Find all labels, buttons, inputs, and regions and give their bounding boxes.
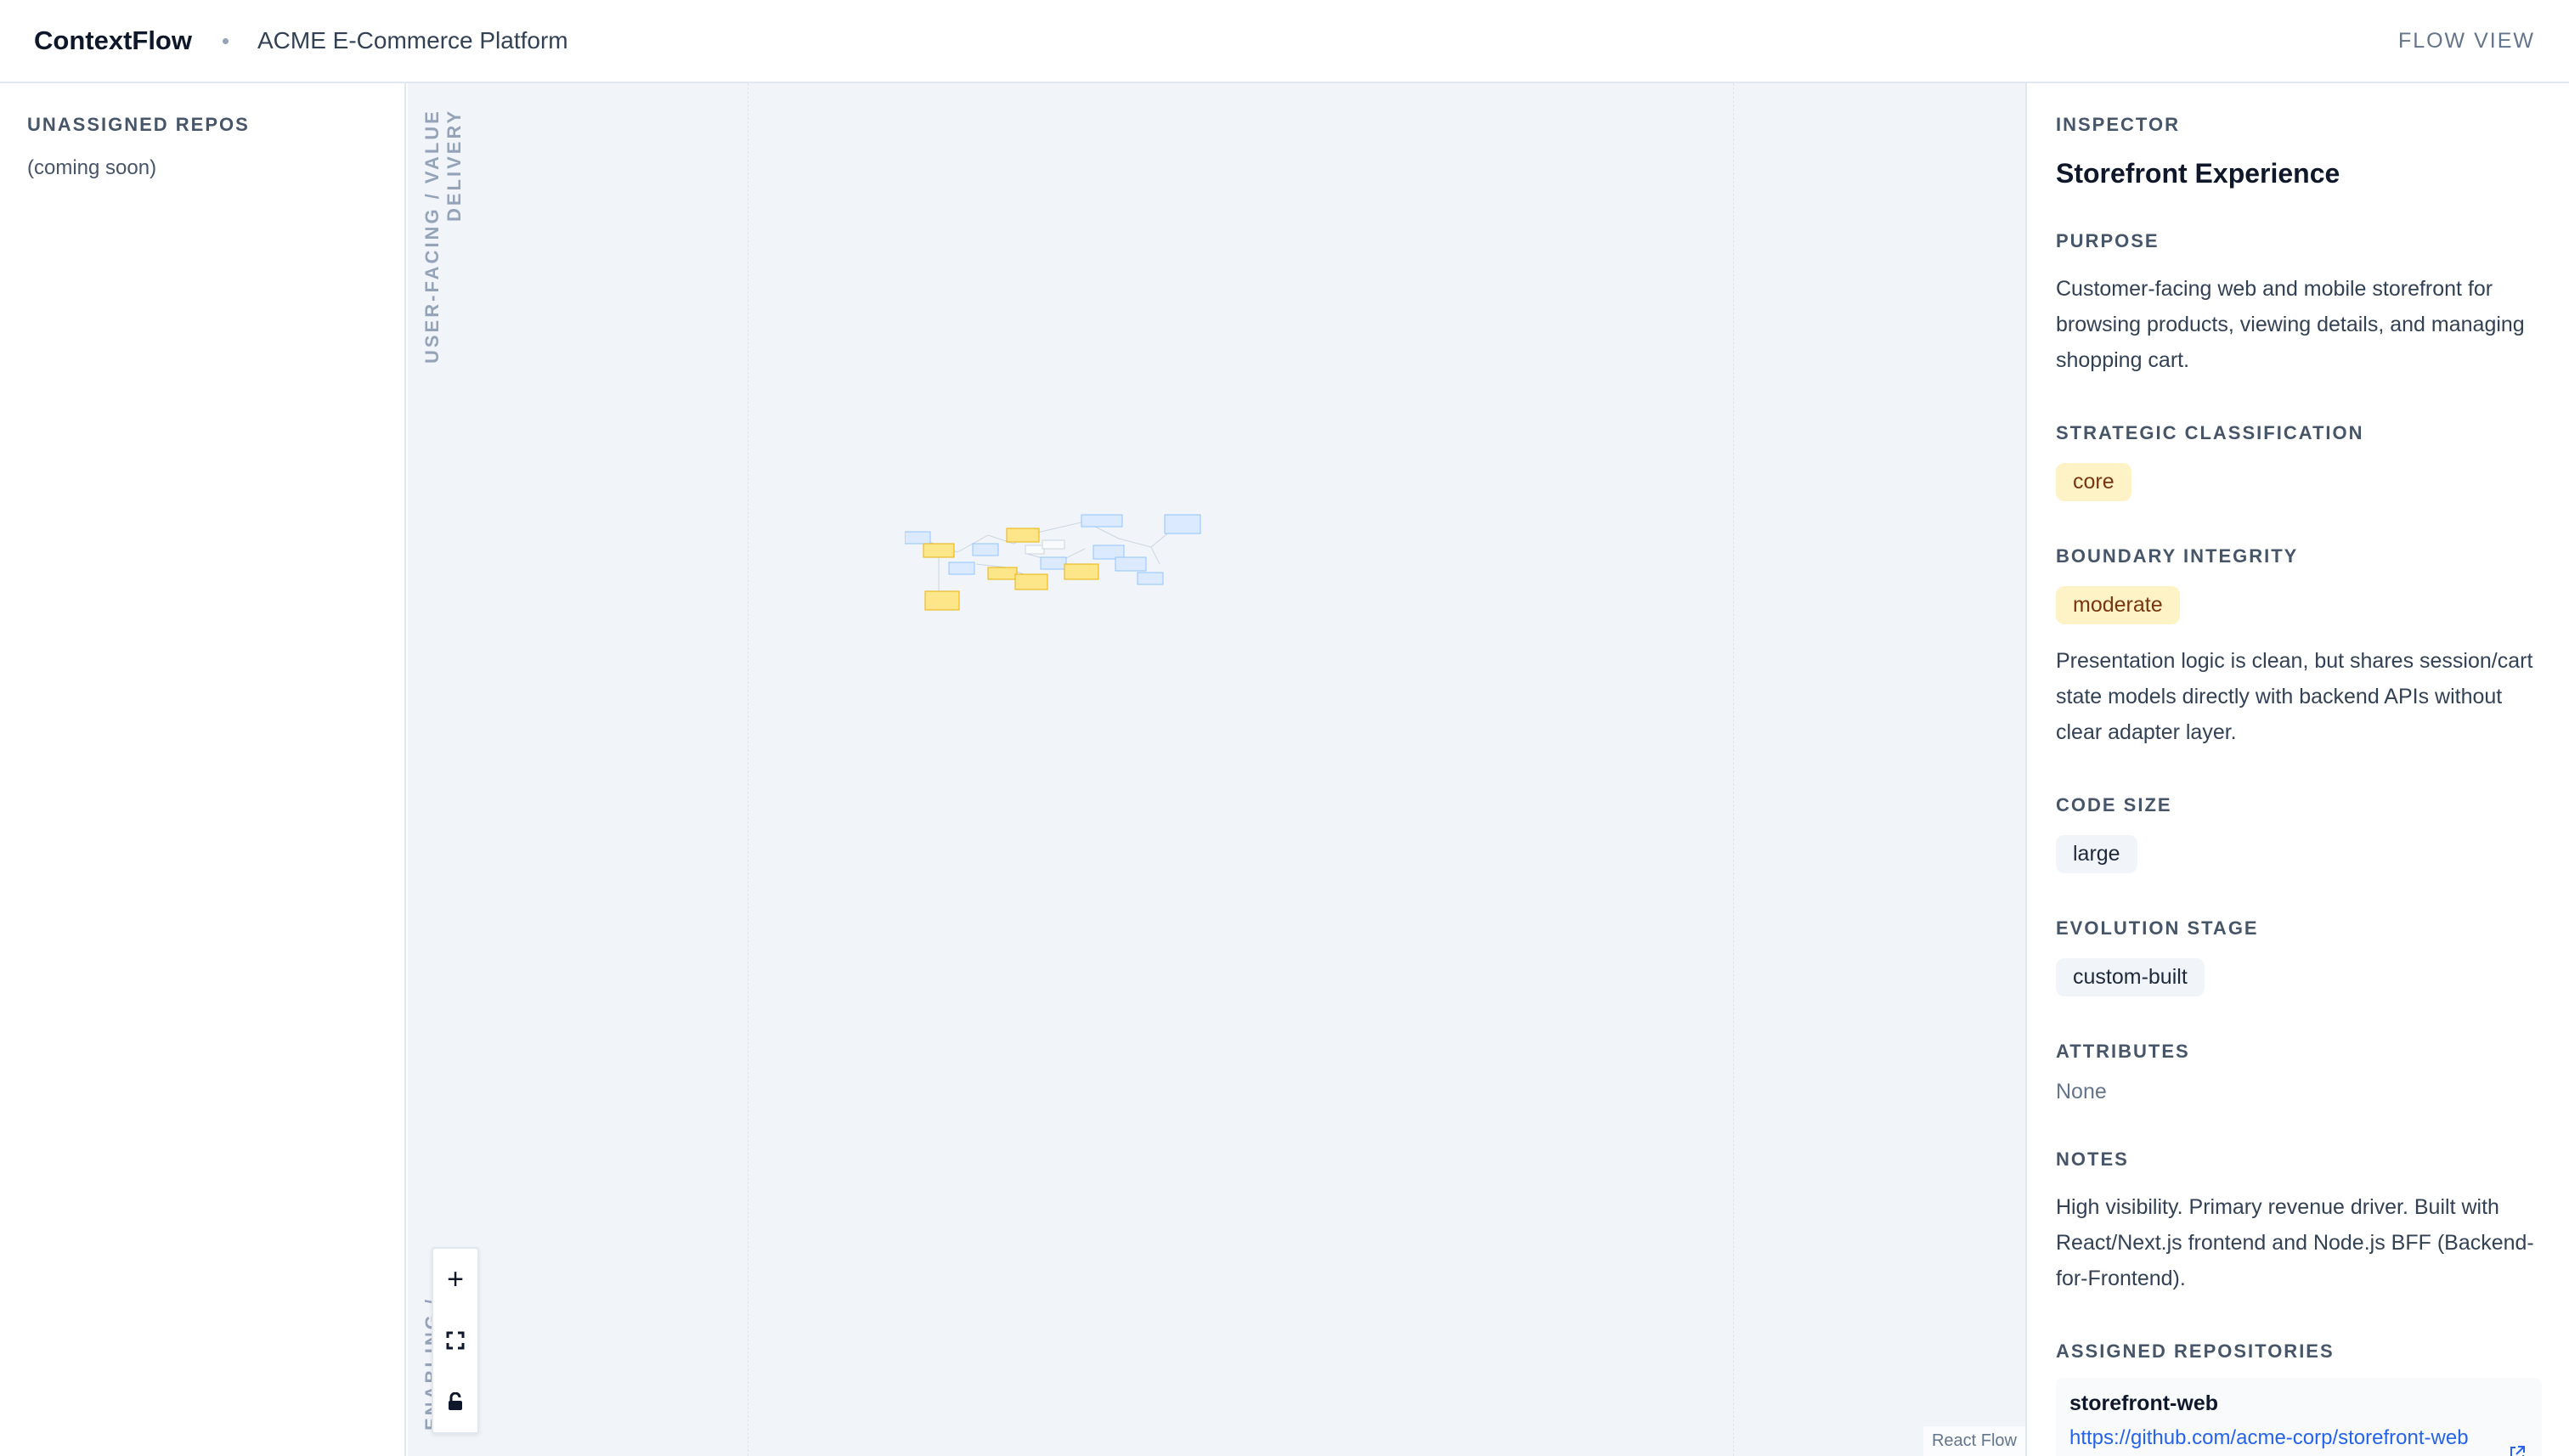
evolution-label: EVOLUTION STAGE — [2056, 917, 2259, 939]
app-name[interactable]: ContextFlow — [34, 25, 192, 56]
graph-node[interactable] — [1137, 572, 1164, 585]
project-name[interactable]: ACME E-Commerce Platform — [257, 27, 568, 54]
graph-node[interactable] — [923, 543, 955, 558]
assigned-repos-label: ASSIGNED REPOSITORIES — [2056, 1340, 2335, 1362]
context-graph[interactable] — [905, 491, 1262, 712]
inspector-header: INSPECTOR — [2056, 114, 2180, 135]
classification-label: STRATEGIC CLASSIFICATION — [2056, 422, 2364, 443]
graph-node[interactable] — [924, 590, 960, 611]
lock-button[interactable] — [438, 1385, 472, 1419]
lock-icon — [449, 1392, 462, 1410]
flow-canvas[interactable]: USER-FACING / VALUE DELIVERY ENABLING / … — [408, 83, 2025, 1456]
view-mode-toggle[interactable]: FLOW VIEW — [2398, 29, 2535, 54]
boundary-badge: moderate — [2056, 586, 2180, 624]
flow-controls: + — [432, 1247, 479, 1434]
graph-node[interactable] — [1064, 563, 1099, 580]
top-bar: ContextFlow ACME E-Commerce Platform FLO… — [0, 0, 2569, 83]
fit-view-button[interactable] — [438, 1323, 472, 1357]
purpose-label: PURPOSE — [2056, 230, 2160, 251]
grid-divider — [1733, 83, 1734, 1456]
graph-edge — [1040, 521, 1086, 533]
graph-node[interactable] — [972, 543, 999, 556]
attributes-label: ATTRIBUTES — [2056, 1041, 2190, 1062]
graph-node[interactable] — [905, 531, 931, 545]
zoom-in-button[interactable]: + — [438, 1262, 472, 1296]
graph-edge — [975, 563, 1008, 568]
graph-node[interactable] — [1040, 556, 1067, 570]
inspector-panel: INSPECTOR Storefront Experience PURPOSE … — [2025, 83, 2569, 1456]
evolution-badge: custom-built — [2056, 958, 2205, 996]
repo-name: storefront-web — [2069, 1391, 2218, 1415]
external-link-icon[interactable] — [2508, 1444, 2527, 1456]
graph-edge — [1150, 546, 1160, 565]
graph-node[interactable] — [1014, 573, 1048, 590]
purpose-text: Customer-facing web and mobile storefron… — [2056, 277, 2525, 372]
coming-soon-text: (coming soon) — [27, 156, 157, 179]
graph-node[interactable] — [1081, 514, 1123, 528]
graph-node[interactable] — [1115, 556, 1147, 572]
graph-node[interactable] — [1164, 514, 1201, 534]
unassigned-repos-panel: UNASSIGNED REPOS (coming soon) — [0, 83, 406, 1456]
repo-card: storefront-web https://github.com/acme-c… — [2056, 1378, 2542, 1456]
repo-url-link[interactable]: https://github.com/acme-corp/storefront-… — [2069, 1425, 2494, 1452]
code-size-badge: large — [2056, 835, 2137, 873]
boundary-notes: Presentation logic is clean, but shares … — [2056, 649, 2533, 744]
react-flow-attribution[interactable]: React Flow — [1923, 1426, 2025, 1456]
graph-node[interactable] — [1025, 545, 1045, 555]
graph-node[interactable] — [948, 562, 975, 575]
boundary-label: BOUNDARY INTEGRITY — [2056, 545, 2299, 567]
classification-badge: core — [2056, 463, 2131, 501]
lane-label-user-facing: USER-FACING / VALUE DELIVERY — [421, 109, 465, 364]
unassigned-repos-title: UNASSIGNED REPOS — [27, 114, 250, 135]
fit-view-icon — [446, 1331, 465, 1350]
attributes-value: None — [2056, 1080, 2107, 1103]
graph-node[interactable] — [1006, 528, 1040, 543]
notes-label: NOTES — [2056, 1148, 2129, 1170]
graph-node[interactable] — [1042, 539, 1065, 550]
graph-node[interactable] — [987, 567, 1018, 580]
context-title: Storefront Experience — [2056, 158, 2340, 189]
code-size-label: CODE SIZE — [2056, 794, 2172, 815]
separator-dot — [223, 37, 229, 44]
notes-text: High visibility. Primary revenue driver.… — [2056, 1195, 2534, 1290]
